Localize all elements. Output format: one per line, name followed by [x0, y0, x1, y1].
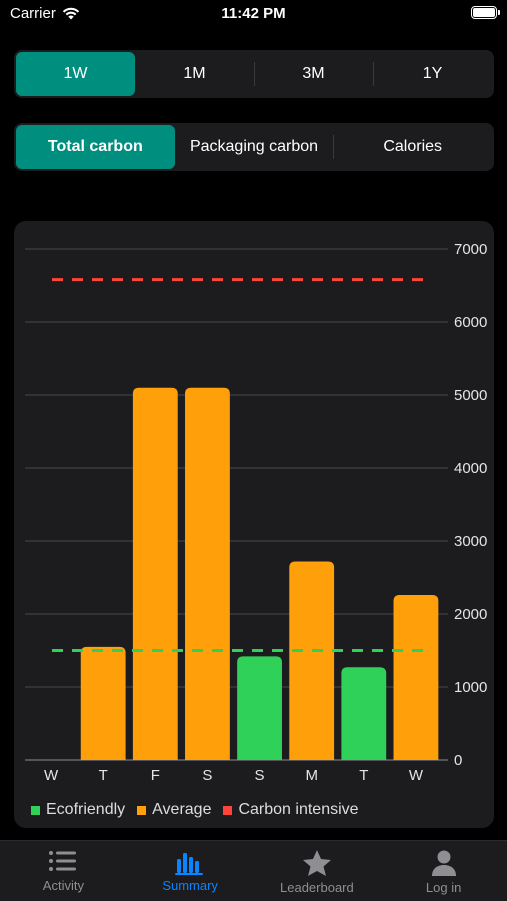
- x-tick-label: F: [151, 767, 160, 784]
- bar: [289, 561, 335, 760]
- legend-swatch-carbon-intensive: [223, 805, 233, 815]
- x-tick-label: T: [99, 767, 108, 784]
- list-icon: [49, 851, 77, 871]
- tab-activity[interactable]: Activity: [0, 841, 127, 901]
- star-icon: [302, 850, 331, 876]
- period-1w-button[interactable]: 1W: [16, 52, 135, 96]
- period-1m-button[interactable]: 1M: [135, 52, 254, 96]
- legend-item-average: Average: [137, 801, 211, 819]
- person-icon: [431, 850, 456, 876]
- y-tick-label: 6000: [454, 314, 487, 331]
- y-tick-label: 4000: [454, 460, 487, 477]
- legend-label-average: Average: [152, 801, 212, 818]
- tab-log-in[interactable]: Log in: [380, 841, 507, 901]
- x-tick-label: M: [305, 767, 318, 784]
- clock: 11:42 PM: [221, 5, 286, 22]
- legend-item-ecofriendly: Ecofriendly: [31, 801, 125, 819]
- tab-label-log-in: Log in: [425, 880, 462, 895]
- bar-chart-icon: [175, 853, 204, 875]
- y-tick-label: 1000: [454, 679, 487, 696]
- metric-calories-button[interactable]: Calories: [333, 125, 492, 169]
- metric-total-carbon-button[interactable]: Total carbon: [16, 125, 175, 169]
- y-tick-label: 2000: [454, 606, 487, 623]
- chart-card: 0 1000 2000 3000 4000 5000 6000 7000 W T F S S M T W Ec…: [14, 221, 494, 828]
- metric-packaging-carbon-button[interactable]: Packaging carbon: [175, 125, 334, 169]
- x-tick-label: S: [255, 767, 265, 784]
- period-selector: 1W 1M 3M 1Y: [14, 50, 494, 98]
- carbon-bar-chart: 0 1000 2000 3000 4000 5000 6000 7000 W T F S S M T W: [25, 241, 487, 784]
- bar: [341, 667, 387, 760]
- legend-swatch-average: [137, 805, 147, 815]
- x-tick-label: T: [359, 767, 368, 784]
- bar: [80, 646, 126, 760]
- period-3m-button[interactable]: 3M: [254, 52, 373, 96]
- chart-legend: Ecofriendly Average Carbon intensive: [31, 801, 359, 819]
- tab-bar: Activity Summary Leaderboard Log in: [0, 840, 507, 901]
- y-tick-label: 5000: [454, 387, 487, 404]
- x-tick-label: W: [409, 767, 424, 784]
- tab-label-summary: Summary: [162, 878, 218, 893]
- bar: [185, 387, 230, 760]
- bar: [237, 656, 282, 760]
- metric-selector: Total carbon Packaging carbon Calories: [14, 123, 494, 171]
- legend-label-carbon-intensive: Carbon intensive: [238, 801, 359, 818]
- tab-label-activity: Activity: [42, 878, 84, 893]
- tab-label-leaderboard: Leaderboard: [280, 880, 354, 895]
- legend-item-carbon-intensive: Carbon intensive: [223, 801, 359, 819]
- period-1y-button[interactable]: 1Y: [373, 52, 492, 96]
- legend-label-ecofriendly: Ecofriendly: [46, 801, 126, 818]
- y-tick-label: 7000: [454, 241, 487, 258]
- tab-leaderboard[interactable]: Leaderboard: [254, 841, 381, 901]
- y-tick-label: 3000: [454, 533, 487, 550]
- battery-icon: [471, 6, 500, 19]
- bar: [132, 387, 178, 760]
- legend-swatch-ecofriendly: [31, 805, 40, 815]
- tab-summary[interactable]: Summary: [127, 841, 254, 901]
- x-tick-label: W: [44, 767, 59, 784]
- x-tick-label: S: [202, 767, 212, 784]
- status-bar: Carrier 11:42 PM: [0, 0, 507, 28]
- bar: [393, 595, 439, 760]
- y-tick-label: 0: [454, 752, 462, 769]
